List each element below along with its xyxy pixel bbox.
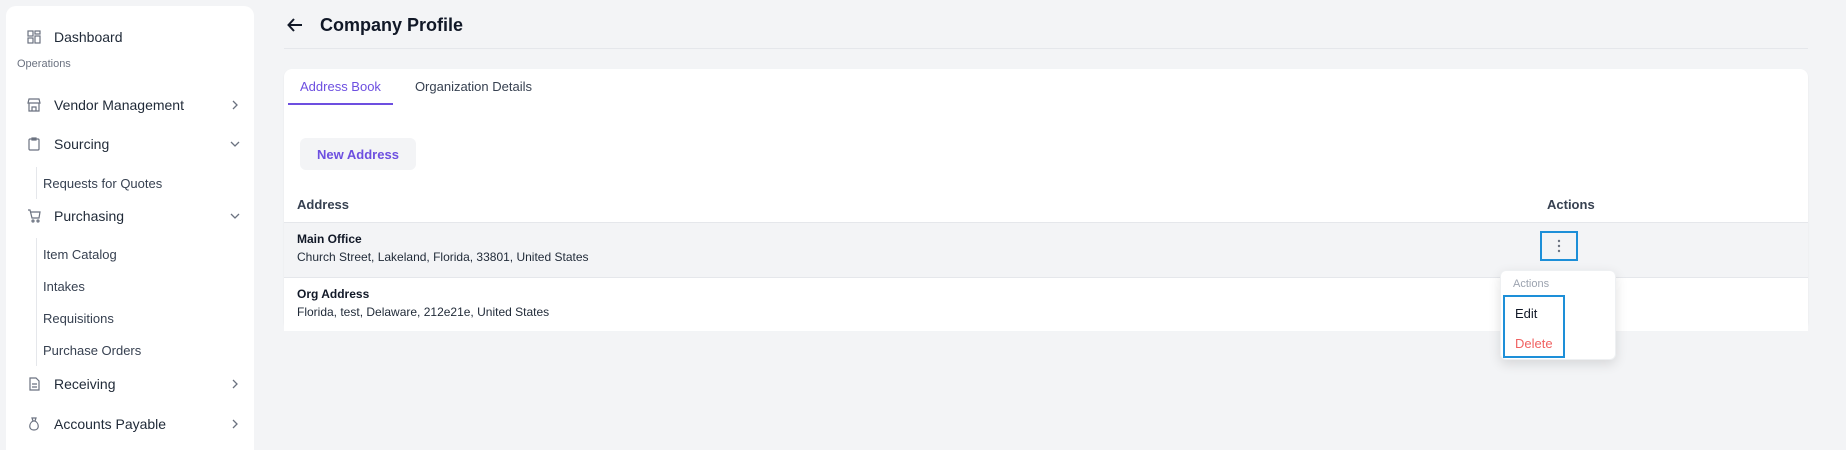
sidebar-item-dashboard[interactable]: Dashboard <box>26 22 240 52</box>
section-label-operations: Operations <box>17 58 71 70</box>
kebab-menu-icon <box>1557 239 1561 253</box>
sidebar: Dashboard Operations Vendor Management S… <box>6 6 254 450</box>
table-row: Main Office Church Street, Lakeland, Flo… <box>284 223 1808 277</box>
dropdown-items-focus: Edit Delete <box>1503 295 1565 358</box>
sidebar-subitem-intakes[interactable]: Intakes <box>37 270 141 302</box>
new-address-button[interactable]: New Address <box>300 138 416 170</box>
sidebar-item-accounts-payable[interactable]: Accounts Payable <box>26 409 240 439</box>
chevron-down-icon <box>230 139 240 149</box>
sidebar-item-vendor-management[interactable]: Vendor Management <box>26 90 240 120</box>
cart-icon <box>26 208 42 224</box>
row-actions-button[interactable] <box>1540 231 1578 261</box>
column-header-address: Address <box>297 197 350 212</box>
address-name: Main Office <box>297 232 362 246</box>
back-arrow-icon[interactable] <box>284 14 306 36</box>
edit-menu-item[interactable]: Edit <box>1515 306 1537 321</box>
sidebar-subitem-requisitions[interactable]: Requisitions <box>37 302 141 334</box>
page-title: Company Profile <box>320 14 464 35</box>
address-text: Florida, test, Delaware, 212e21e, United… <box>297 305 550 319</box>
chevron-right-icon <box>230 379 240 389</box>
sourcing-submenu: Requests for Quotes <box>36 167 162 199</box>
sidebar-item-label: Dashboard <box>54 29 123 45</box>
chevron-down-icon <box>230 211 240 221</box>
sidebar-item-label: Purchasing <box>54 208 125 224</box>
sidebar-subitem-item-catalog[interactable]: Item Catalog <box>37 238 141 270</box>
sidebar-item-purchasing[interactable]: Purchasing <box>26 201 240 231</box>
chevron-right-icon <box>230 100 240 110</box>
sidebar-subitem-purchase-orders[interactable]: Purchase Orders <box>37 334 141 366</box>
dashboard-icon <box>26 29 42 45</box>
sidebar-item-label: Sourcing <box>54 136 110 152</box>
tab-bar: Address Book Organization Details <box>288 69 544 105</box>
dropdown-header: Actions <box>1513 278 1550 290</box>
tab-address-book[interactable]: Address Book <box>288 69 393 105</box>
store-icon <box>26 97 42 113</box>
header-divider <box>284 48 1808 49</box>
document-icon <box>26 376 42 392</box>
sidebar-item-receiving[interactable]: Receiving <box>26 369 240 399</box>
purchasing-submenu: Item Catalog Intakes Requisitions Purcha… <box>36 238 141 366</box>
sidebar-item-label: Accounts Payable <box>54 416 167 432</box>
sidebar-item-sourcing[interactable]: Sourcing <box>26 129 240 159</box>
address-text: Church Street, Lakeland, Florida, 33801,… <box>297 250 589 264</box>
chevron-right-icon <box>230 419 240 429</box>
address-name: Org Address <box>297 287 370 301</box>
column-header-actions: Actions <box>1547 197 1595 212</box>
money-bag-icon <box>26 416 42 432</box>
clipboard-icon <box>26 136 42 152</box>
row-actions-dropdown: Actions Edit Delete <box>1500 270 1616 360</box>
delete-menu-item[interactable]: Delete <box>1515 336 1553 351</box>
sidebar-item-label: Vendor Management <box>54 97 184 113</box>
tab-organization-details[interactable]: Organization Details <box>403 69 544 105</box>
sidebar-subitem-requests-for-quotes[interactable]: Requests for Quotes <box>37 167 162 199</box>
page-header: Company Profile <box>284 10 463 40</box>
sidebar-item-label: Receiving <box>54 376 116 392</box>
